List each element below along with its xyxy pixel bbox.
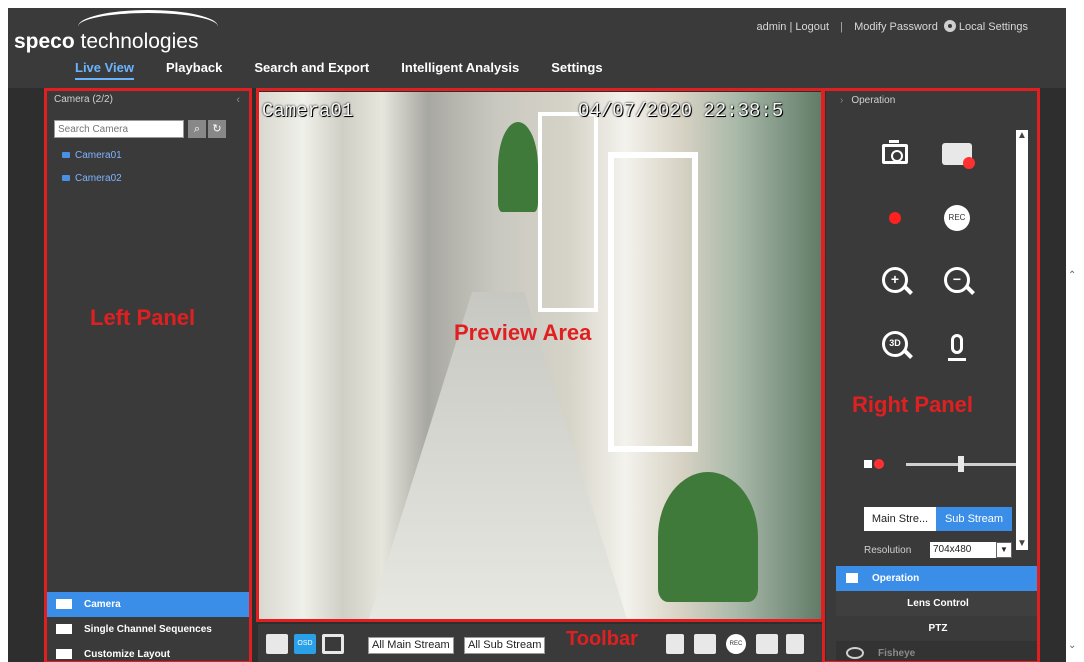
shelf	[608, 152, 698, 452]
snapshot-off-icon[interactable]	[694, 634, 716, 654]
toolbar: OSD All Main Stream All Sub Stream Toolb…	[258, 624, 823, 662]
nav-playback[interactable]: Playback	[166, 60, 222, 80]
main-nav: Live View Playback Search and Export Int…	[75, 60, 635, 80]
settings-icon[interactable]	[756, 634, 778, 654]
toolbar-annotation: Toolbar	[566, 628, 638, 650]
collapse-left-icon[interactable]: ‹	[236, 94, 240, 106]
snapshot-button[interactable]	[878, 138, 912, 170]
page-scroll-up-icon[interactable]: ⌃	[1068, 270, 1076, 281]
close-all-icon[interactable]	[666, 634, 684, 654]
left-menu-camera[interactable]: Camera	[46, 592, 250, 617]
gear-icon[interactable]	[943, 20, 956, 32]
volume-slider-thumb[interactable]	[958, 456, 964, 472]
intercom-icon[interactable]	[786, 634, 804, 654]
eye-icon	[846, 647, 864, 660]
logout-link[interactable]: Logout	[795, 21, 829, 33]
zoom-in-icon: +	[882, 267, 908, 293]
scroll-up-icon[interactable]: ▲	[1016, 130, 1028, 142]
microphone-icon	[948, 334, 966, 361]
record-all-button[interactable]: REC	[726, 634, 746, 654]
local-settings-link[interactable]: Local Settings	[959, 21, 1028, 33]
nav-settings[interactable]: Settings	[551, 60, 602, 80]
right-menu-operation[interactable]: Operation	[836, 566, 1040, 591]
sequence-icon	[56, 624, 72, 635]
rec-button[interactable]: REC	[940, 202, 974, 234]
modify-password-link[interactable]: Modify Password	[854, 21, 938, 33]
main-stream-tab[interactable]: Main Stre...	[864, 507, 936, 531]
record-dot-icon	[889, 212, 901, 224]
snapshot-off-icon	[942, 143, 975, 169]
record-button[interactable]	[878, 202, 912, 234]
camera-icon	[62, 152, 70, 159]
camera-icon	[56, 599, 72, 610]
all-main-stream-button[interactable]: All Main Stream	[368, 637, 454, 654]
top-links: admin | Logout | Modify Password Local S…	[756, 20, 1028, 33]
zoom-out-icon: −	[944, 267, 970, 293]
header: speco technologies Live View Playback Se…	[8, 8, 1066, 88]
scrollbar[interactable]: ▲ ▼	[1016, 130, 1028, 550]
right-menu-ptz[interactable]: PTZ	[836, 616, 1040, 641]
rec-icon: REC	[944, 205, 970, 231]
snapshot-disabled-button[interactable]	[940, 138, 975, 170]
operation-icon	[846, 573, 858, 584]
zoom-3d-button[interactable]: 3D	[878, 328, 912, 360]
refresh-icon[interactable]: ↻	[208, 120, 226, 138]
resolution-label: Resolution	[864, 545, 912, 556]
search-icon[interactable]: ⌕	[188, 120, 206, 138]
camera-icon	[882, 140, 908, 164]
search-camera-input[interactable]	[54, 120, 184, 138]
chevron-down-icon: ▼	[996, 542, 1012, 558]
left-menu-layout[interactable]: Customize Layout	[46, 642, 250, 662]
osd-camera-name: Camera01	[262, 100, 354, 122]
shelf	[538, 112, 598, 312]
osd-timestamp: 04/07/2020 22:38:5	[578, 100, 784, 122]
preview-annotation: Preview Area	[454, 320, 592, 345]
nav-live-view[interactable]: Live View	[75, 60, 135, 80]
camera-list-item[interactable]: Camera01	[62, 150, 122, 161]
username: admin	[756, 21, 787, 33]
osd-toggle-button[interactable]: OSD	[294, 634, 316, 654]
app-window: speco technologies Live View Playback Se…	[8, 8, 1066, 662]
plant	[498, 122, 538, 212]
zoom-3d-icon: 3D	[882, 331, 908, 357]
right-menu-lens-control[interactable]: Lens Control	[836, 591, 1040, 616]
camera-count-title: Camera (2/2)	[54, 94, 113, 105]
left-panel-annotation: Left Panel	[90, 305, 196, 330]
camera-list-item[interactable]: Camera02	[62, 173, 122, 184]
right-panel-annotation: Right Panel	[852, 392, 974, 417]
scroll-down-icon[interactable]: ▼	[1016, 538, 1028, 550]
nav-intelligent-analysis[interactable]: Intelligent Analysis	[401, 60, 519, 80]
video-preview[interactable]: Camera01 04/07/2020 22:38:5 Preview Area	[258, 92, 823, 622]
operation-title: › Operation	[840, 95, 896, 106]
left-menu-sequences[interactable]: Single Channel Sequences	[46, 617, 250, 642]
camera-icon	[62, 175, 70, 182]
talk-button[interactable]	[940, 328, 974, 361]
all-sub-stream-button[interactable]: All Sub Stream	[464, 637, 546, 654]
nav-search-and-export[interactable]: Search and Export	[254, 60, 369, 80]
plant	[658, 472, 758, 602]
mute-icon[interactable]	[864, 455, 886, 473]
right-panel: › Operation ▲ ▼ REC + − 3D Right Panel Ma…	[826, 90, 1040, 662]
grid-layout-icon	[56, 649, 72, 660]
resolution-select[interactable]: 704x480 ▼	[930, 542, 1012, 558]
left-panel: Camera (2/2) ‹ ⌕ ↻ Camera01 Camera02 Lef…	[46, 90, 250, 662]
fullscreen-icon[interactable]	[322, 634, 344, 654]
layout-icon[interactable]	[266, 634, 288, 654]
logo: speco technologies	[14, 30, 199, 53]
zoom-in-button[interactable]: +	[878, 264, 912, 296]
zoom-out-button[interactable]: −	[940, 264, 974, 296]
right-menu-fisheye[interactable]: Fisheye	[836, 641, 1040, 662]
page-scroll-down-icon[interactable]: ⌄	[1068, 640, 1076, 651]
sub-stream-tab[interactable]: Sub Stream	[936, 507, 1012, 531]
